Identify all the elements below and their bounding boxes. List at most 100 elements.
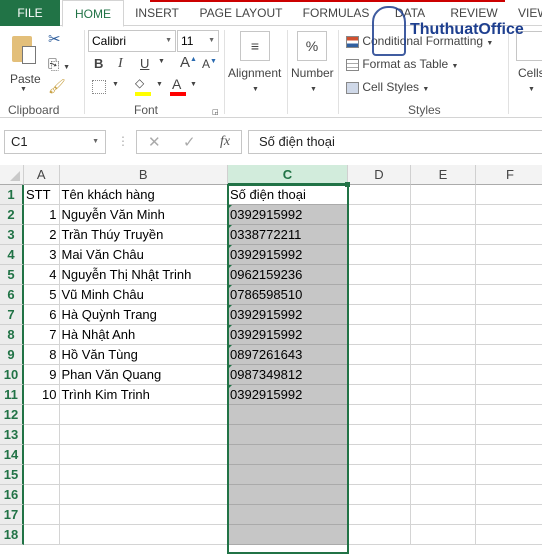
cell-f14[interactable] xyxy=(476,445,542,465)
cell-e18[interactable] xyxy=(411,525,476,545)
cell-a14[interactable] xyxy=(24,445,60,465)
row-header[interactable]: 3 xyxy=(0,225,24,245)
increase-font-icon[interactable]: A▲ xyxy=(180,54,197,71)
row-header[interactable]: 4 xyxy=(0,245,24,265)
row-header[interactable]: 15 xyxy=(0,465,24,485)
cell-c8[interactable]: 0392915992 xyxy=(228,325,348,345)
cell-c4[interactable]: 0392915992 xyxy=(228,245,348,265)
cell-f1[interactable] xyxy=(476,185,542,205)
cell-d13[interactable] xyxy=(348,425,411,445)
cell-e13[interactable] xyxy=(411,425,476,445)
insert-function-button[interactable]: fx xyxy=(220,134,230,150)
alignment-icon[interactable]: ≡ xyxy=(240,31,270,61)
italic-button[interactable]: I xyxy=(118,56,123,72)
cell-b18[interactable] xyxy=(59,525,228,545)
decrease-font-icon[interactable]: A▼ xyxy=(202,57,217,71)
cell-e1[interactable] xyxy=(411,185,476,205)
font-dialog-launcher-icon[interactable]: ◲ xyxy=(212,108,219,116)
cell-f16[interactable] xyxy=(476,485,542,505)
cell-d14[interactable] xyxy=(348,445,411,465)
cell-b6[interactable]: Vũ Minh Châu xyxy=(59,285,228,305)
cell-c14[interactable] xyxy=(228,445,348,465)
row-header[interactable]: 12 xyxy=(0,405,24,425)
cell-b3[interactable]: Trần Thúy Truyền xyxy=(59,225,228,245)
cell-styles-button[interactable]: Cell Styles ▼ xyxy=(346,80,429,94)
cell-e4[interactable] xyxy=(411,245,476,265)
fill-color-icon[interactable]: ◇ xyxy=(135,76,151,96)
cell-e16[interactable] xyxy=(411,485,476,505)
row-header[interactable]: 18 xyxy=(0,525,24,545)
cell-a8[interactable]: 7 xyxy=(24,325,60,345)
cell-f10[interactable] xyxy=(476,365,542,385)
row-header[interactable]: 1 xyxy=(0,185,24,205)
cell-c5[interactable]: 0962159236 xyxy=(228,265,348,285)
cell-a5[interactable]: 4 xyxy=(24,265,60,285)
cell-c11[interactable]: 0392915992 xyxy=(228,385,348,405)
cell-f15[interactable] xyxy=(476,465,542,485)
percent-icon[interactable]: % xyxy=(297,31,327,61)
select-all-button[interactable] xyxy=(0,165,24,185)
tab-home[interactable]: HOME xyxy=(62,0,124,27)
column-header-c[interactable]: C xyxy=(228,165,348,185)
cell-c18[interactable] xyxy=(228,525,348,545)
cell-f4[interactable] xyxy=(476,245,542,265)
column-header-e[interactable]: E xyxy=(411,165,476,185)
cell-e11[interactable] xyxy=(411,385,476,405)
cell-d4[interactable] xyxy=(348,245,411,265)
row-header[interactable]: 8 xyxy=(0,325,24,345)
cell-a15[interactable] xyxy=(24,465,60,485)
cell-f7[interactable] xyxy=(476,305,542,325)
row-header[interactable]: 13 xyxy=(0,425,24,445)
cell-d2[interactable] xyxy=(348,205,411,225)
cell-b15[interactable] xyxy=(59,465,228,485)
cell-d9[interactable] xyxy=(348,345,411,365)
cell-c16[interactable] xyxy=(228,485,348,505)
cell-f2[interactable] xyxy=(476,205,542,225)
cell-a11[interactable]: 10 xyxy=(24,385,60,405)
cell-c10[interactable]: 0987349812 xyxy=(228,365,348,385)
cell-f6[interactable] xyxy=(476,285,542,305)
cell-e6[interactable] xyxy=(411,285,476,305)
row-header[interactable]: 5 xyxy=(0,265,24,285)
cell-e8[interactable] xyxy=(411,325,476,345)
row-header[interactable]: 7 xyxy=(0,305,24,325)
cell-a17[interactable] xyxy=(24,505,60,525)
tab-formulas[interactable]: FORMULAS xyxy=(300,0,372,26)
cell-f18[interactable] xyxy=(476,525,542,545)
column-header-a[interactable]: A xyxy=(24,165,60,185)
cell-b17[interactable] xyxy=(59,505,228,525)
number-button[interactable]: Number xyxy=(291,66,334,80)
format-as-table-button[interactable]: Format as Table ▼ xyxy=(346,57,458,71)
cell-a7[interactable]: 6 xyxy=(24,305,60,325)
row-header[interactable]: 17 xyxy=(0,505,24,525)
cell-a12[interactable] xyxy=(24,405,60,425)
cell-f5[interactable] xyxy=(476,265,542,285)
column-header-d[interactable]: D xyxy=(348,165,411,185)
cell-d5[interactable] xyxy=(348,265,411,285)
cell-c6[interactable]: 0786598510 xyxy=(228,285,348,305)
cell-d3[interactable] xyxy=(348,225,411,245)
cell-a13[interactable] xyxy=(24,425,60,445)
cells-button[interactable]: Cells xyxy=(518,66,542,80)
cell-f17[interactable] xyxy=(476,505,542,525)
alignment-button[interactable]: Alignment xyxy=(228,66,281,80)
cell-d12[interactable] xyxy=(348,405,411,425)
cell-e3[interactable] xyxy=(411,225,476,245)
cell-f11[interactable] xyxy=(476,385,542,405)
cell-f13[interactable] xyxy=(476,425,542,445)
cell-f12[interactable] xyxy=(476,405,542,425)
cell-a1[interactable]: STT xyxy=(24,185,60,205)
cell-e2[interactable] xyxy=(411,205,476,225)
enter-icon[interactable]: ✓ xyxy=(183,133,196,151)
cell-d18[interactable] xyxy=(348,525,411,545)
cell-d1[interactable] xyxy=(348,185,411,205)
cell-f8[interactable] xyxy=(476,325,542,345)
cell-a2[interactable]: 1 xyxy=(24,205,60,225)
cell-a4[interactable]: 3 xyxy=(24,245,60,265)
cell-a18[interactable] xyxy=(24,525,60,545)
cell-f3[interactable] xyxy=(476,225,542,245)
cell-b11[interactable]: Trình Kim Trinh xyxy=(59,385,228,405)
cell-e7[interactable] xyxy=(411,305,476,325)
cell-c17[interactable] xyxy=(228,505,348,525)
font-color-icon[interactable]: A xyxy=(170,76,186,96)
